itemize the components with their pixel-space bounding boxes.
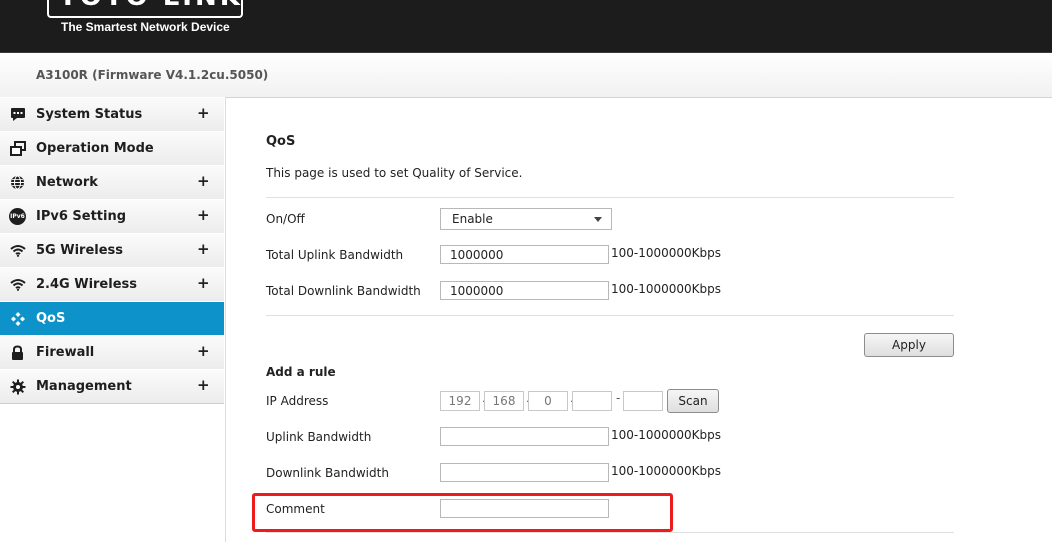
globe-icon — [9, 174, 26, 191]
wifi-icon — [9, 242, 26, 259]
model-firmware-label: A3100R (Firmware V4.1.2cu.5050) — [36, 68, 269, 82]
uplink-bandwidth-range: 100-1000000Kbps — [611, 428, 722, 442]
sidebar-item-operation-mode[interactable]: Operation Mode — [0, 131, 224, 166]
sidebar-item-ipv6-setting[interactable]: IPv6 IPv6 Setting + — [0, 199, 224, 234]
sidebar-item-system-status[interactable]: System Status + — [0, 97, 224, 132]
header-bar: TOTO LINK The Smartest Network Device — [0, 0, 1052, 53]
expand-plus-icon: + — [197, 376, 210, 394]
sidebar-item-5g-wireless[interactable]: 5G Wireless + — [0, 233, 224, 268]
sidebar-item-firewall[interactable]: Firewall + — [0, 335, 224, 370]
downlink-bandwidth-input[interactable] — [440, 463, 609, 482]
ip-range-dash: - — [616, 391, 621, 405]
sidebar-item-label: IPv6 Setting — [36, 209, 127, 224]
downlink-bandwidth-range: 100-1000000Kbps — [611, 464, 722, 478]
ip-octet-4-input[interactable] — [572, 391, 612, 411]
total-downlink-label: Total Downlink Bandwidth — [266, 284, 421, 298]
qos-onoff-select[interactable]: Enable — [440, 208, 612, 230]
model-bar: A3100R (Firmware V4.1.2cu.5050) — [0, 53, 1052, 98]
ip-octet-1-input[interactable]: 192 — [440, 391, 480, 411]
divider — [266, 315, 954, 316]
divider — [266, 532, 954, 533]
windows-icon — [9, 140, 26, 157]
add-rule-title: Add a rule — [266, 365, 336, 379]
qos-diamond-icon — [9, 310, 26, 327]
scan-button[interactable]: Scan — [667, 389, 719, 413]
brand-logo: TOTO LINK — [47, 0, 243, 18]
highlight-box — [252, 493, 673, 532]
uplink-bandwidth-label: Uplink Bandwidth — [266, 430, 372, 444]
onoff-selected-value: Enable — [452, 212, 493, 226]
total-downlink-range: 100-1000000Kbps — [611, 282, 722, 296]
sidebar-item-label: 5G Wireless — [36, 243, 124, 258]
uplink-bandwidth-input[interactable] — [440, 427, 609, 446]
ip-address-label: IP Address — [266, 394, 329, 408]
sidebar-item-label: Network — [36, 175, 98, 190]
total-uplink-label: Total Uplink Bandwidth — [266, 248, 404, 262]
ip-octet-2-input[interactable]: 168 — [484, 391, 524, 411]
sidebar-item-2-4g-wireless[interactable]: 2.4G Wireless + — [0, 267, 224, 302]
sidebar-item-label: Operation Mode — [36, 141, 154, 156]
sidebar-item-label: System Status — [36, 107, 143, 122]
sidebar-item-label: QoS — [36, 311, 66, 326]
expand-plus-icon: + — [197, 172, 210, 190]
page-title: QoS — [266, 134, 296, 149]
expand-plus-icon: + — [197, 342, 210, 360]
sidebar-item-qos[interactable]: QoS — [0, 301, 224, 336]
wifi-icon — [9, 276, 26, 293]
total-downlink-input[interactable]: 1000000 — [440, 281, 609, 300]
logo-text: TOTO LINK — [59, 0, 241, 12]
total-uplink-range: 100-1000000Kbps — [611, 246, 722, 260]
chevron-down-icon — [594, 217, 602, 222]
ip-range-end-input[interactable] — [623, 391, 663, 411]
sidebar-item-label: 2.4G Wireless — [36, 277, 137, 292]
ipv6-icon: IPv6 — [9, 208, 26, 225]
sidebar-item-network[interactable]: Network + — [0, 165, 224, 200]
expand-plus-icon: + — [197, 104, 210, 122]
divider — [266, 197, 954, 198]
expand-plus-icon: + — [197, 240, 210, 258]
onoff-label: On/Off — [266, 212, 305, 226]
chat-bubble-icon — [9, 106, 26, 123]
lock-icon — [9, 344, 26, 361]
ip-octet-3-input[interactable]: 0 — [528, 391, 568, 411]
gear-icon — [9, 378, 26, 395]
main-content: QoS This page is used to set Quality of … — [226, 97, 1052, 542]
brand-tagline: The Smartest Network Device — [61, 20, 230, 34]
sidebar-item-management[interactable]: Management + — [0, 369, 224, 404]
page-description: This page is used to set Quality of Serv… — [266, 166, 523, 180]
expand-plus-icon: + — [197, 274, 210, 292]
ipv6-icon-text: IPv6 — [10, 213, 25, 220]
apply-button[interactable]: Apply — [864, 333, 954, 357]
total-uplink-input[interactable]: 1000000 — [440, 245, 609, 264]
downlink-bandwidth-label: Downlink Bandwidth — [266, 466, 389, 480]
sidebar-item-label: Firewall — [36, 345, 95, 360]
expand-plus-icon: + — [197, 206, 210, 224]
sidebar-item-label: Management — [36, 379, 132, 394]
sidebar: System Status + Operation Mode Network +… — [0, 97, 226, 542]
